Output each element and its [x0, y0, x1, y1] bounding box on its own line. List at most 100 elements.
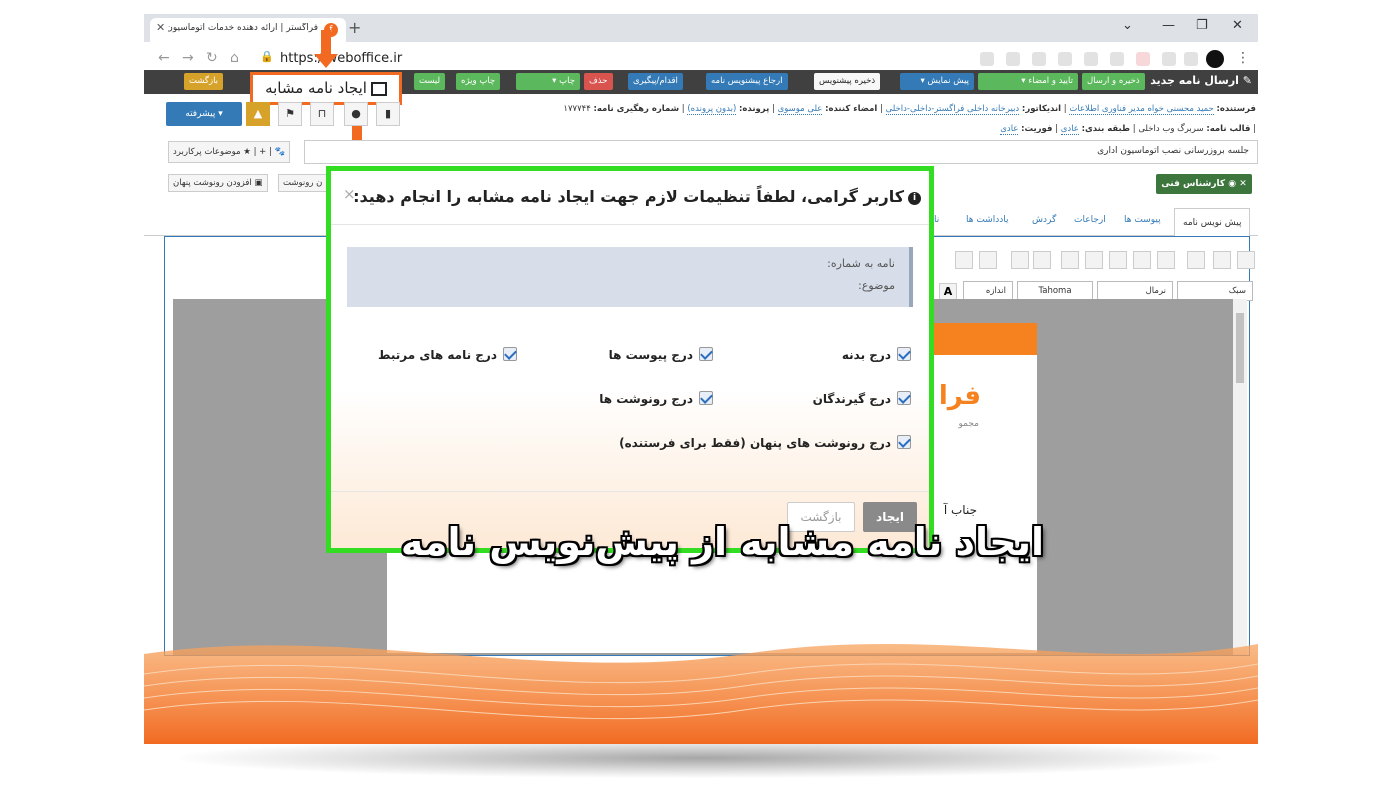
tab-other[interactable]: نا — [934, 215, 939, 225]
scissors-icon[interactable] — [1157, 251, 1175, 269]
dialog-footer-divider — [331, 491, 929, 492]
advanced-button[interactable]: ▾ پیشرفته — [166, 102, 242, 126]
paste-word-icon[interactable] — [1109, 251, 1127, 269]
bookmark-star-icon[interactable] — [1084, 52, 1098, 66]
zoom-icon[interactable] — [1032, 52, 1046, 66]
add-cc-button[interactable]: ن رونوشت — [278, 174, 328, 192]
tab-workflow[interactable]: گردش — [1032, 215, 1056, 225]
reload-icon[interactable]: ↻ — [206, 50, 218, 66]
tab-close-icon[interactable]: ✕ — [156, 21, 165, 34]
tab-draft[interactable]: پیش نویس نامه — [1174, 208, 1251, 236]
profile-avatar[interactable] — [1206, 50, 1224, 68]
find-icon[interactable] — [979, 251, 997, 269]
copy-icon[interactable] — [1133, 251, 1151, 269]
checkbox-checked[interactable] — [897, 391, 911, 405]
list-button[interactable]: لیست — [414, 73, 446, 90]
action-followup-button[interactable]: اقدام/پیگیری — [628, 73, 683, 90]
add-hidden-cc-button[interactable]: ▣ افزودن رونوشت پنهان — [168, 174, 268, 192]
style-select[interactable]: سبک — [1177, 281, 1253, 301]
return-button[interactable]: بازگشت — [184, 73, 224, 90]
priority-value[interactable]: عادی — [1000, 124, 1019, 135]
editor-scrollbar[interactable] — [1233, 299, 1247, 655]
save-draft-button[interactable]: ذخیره پیشنویس — [814, 73, 881, 90]
signer-value[interactable]: علی موسوی — [777, 104, 823, 115]
browser-tab[interactable]: f فراگستر | ارائه دهنده خدمات اتوماسیون … — [150, 18, 346, 42]
undo-icon[interactable] — [1011, 251, 1029, 269]
editor-toolbar: A اندازه Tahoma نرمال سبک — [925, 245, 1255, 305]
forward-icon[interactable]: → — [182, 50, 194, 66]
minimize-icon[interactable]: — — [1162, 18, 1175, 33]
puzzle-icon[interactable] — [1162, 52, 1176, 66]
templates-icon[interactable] — [1237, 251, 1255, 269]
restore-icon[interactable]: ❐ — [1196, 18, 1208, 33]
browser-tabbar: f فراگستر | ارائه دهنده خدمات اتوماسیون … — [144, 14, 1258, 42]
new-tab-icon[interactable]: + — [348, 18, 361, 37]
tab-referrals[interactable]: ارجاعات — [1074, 215, 1106, 225]
frequent-topics-button[interactable]: 🐾 | + | ★ موضوعات پرکاربرد — [168, 141, 291, 163]
create-similar-callout[interactable]: ایجاد نامه مشابه — [250, 72, 402, 105]
home-icon[interactable]: ⌂ — [230, 50, 239, 66]
cut-icon[interactable] — [955, 251, 973, 269]
letter-meta-line2: | قالب نامه: سربرگ وب داخلی | طبقه بندی:… — [1000, 124, 1256, 135]
info-icon: i — [908, 192, 921, 205]
install-icon[interactable] — [1006, 52, 1020, 66]
indicator-label: اندیکاتور: — [1021, 104, 1062, 114]
checkbox-checked[interactable] — [503, 347, 517, 361]
insert-body-checkbox[interactable]: درج بدنه — [842, 347, 911, 362]
insert-hidden-cc-checkbox[interactable]: درج رونوشت های پنهان (فقط برای فرستنده) — [619, 435, 911, 450]
insert-related-checkbox[interactable]: درج نامه های مرتبط — [378, 347, 517, 362]
flag-icon[interactable]: ⚑ — [278, 102, 302, 126]
printer-icon[interactable] — [1213, 251, 1231, 269]
font-family-select[interactable]: Tahoma — [1017, 281, 1093, 301]
letter-meta-line1: فرستنده: حمید محسنی خواه مدیر فناوری اطل… — [563, 104, 1256, 115]
class-value[interactable]: عادی — [1060, 124, 1079, 135]
special-print-button[interactable]: چاپ ویژه — [456, 73, 501, 90]
tab-notes[interactable]: یادداشت ها — [966, 215, 1009, 225]
paste-icon[interactable] — [1061, 251, 1079, 269]
checkbox-checked[interactable] — [897, 435, 911, 449]
file-value[interactable]: (بدون پرونده) — [687, 104, 737, 115]
page-title-text: ارسال نامه جدید — [1150, 74, 1239, 87]
template-label: قالب نامه: — [1206, 124, 1251, 134]
dialog-close-icon[interactable]: × — [343, 185, 356, 203]
microphone-icon[interactable]: ● — [344, 102, 368, 126]
redo-icon[interactable] — [1033, 251, 1051, 269]
insert-attachments-checkbox[interactable]: درج پیوست ها — [609, 347, 713, 362]
class-label: طبقه بندی: — [1081, 124, 1131, 134]
expert-badge[interactable]: ✕ ◉ کارشناس فنی — [1156, 174, 1252, 194]
paste-text-icon[interactable] — [1085, 251, 1103, 269]
new-page-icon[interactable] — [1187, 251, 1205, 269]
extension-icon[interactable] — [1136, 52, 1150, 66]
translate-icon[interactable] — [980, 52, 994, 66]
checkbox-checked[interactable] — [699, 391, 713, 405]
approve-and-sign-button[interactable]: تایید و امضاء ▾ — [978, 73, 1078, 90]
url-field[interactable]: https://weboffice.ir — [280, 51, 402, 66]
checkbox-checked[interactable] — [699, 347, 713, 361]
refer-draft-button[interactable]: ارجاع پیشنویس نامه — [706, 73, 788, 90]
tab-attachments[interactable]: پیوست ها — [1124, 215, 1161, 225]
back-icon[interactable]: ← — [158, 50, 170, 66]
insert-cc-checkbox[interactable]: درج رونوشت ها — [599, 391, 713, 406]
unlock-icon[interactable]: ⊓ — [310, 102, 334, 126]
advanced-label: پیشرفته — [185, 109, 216, 119]
close-window-icon[interactable]: ✕ — [1232, 18, 1243, 33]
format-select[interactable]: نرمال — [1097, 281, 1173, 301]
checkbox-checked[interactable] — [897, 347, 911, 361]
preview-button[interactable]: پیش نمایش ▾ — [900, 73, 974, 90]
bookmark-icon[interactable]: ▮ — [376, 102, 400, 126]
delete-button[interactable]: حذف — [584, 73, 613, 90]
sender-value[interactable]: حمید محسنی خواه مدیر فناوری اطلاعات — [1069, 104, 1214, 115]
share-icon[interactable] — [1058, 52, 1072, 66]
menu-kebab-icon[interactable]: ⋮ — [1236, 50, 1250, 66]
save-and-send-button[interactable]: ذخیره و ارسال — [1082, 73, 1145, 90]
bell-icon[interactable]: ▲ — [246, 102, 270, 126]
extension-red-icon[interactable] — [1110, 52, 1124, 66]
insert-recipients-checkbox[interactable]: درج گیرندگان — [813, 391, 911, 406]
sidebar-icon[interactable] — [1184, 52, 1198, 66]
tab-search-icon[interactable]: ⌄ — [1122, 18, 1133, 33]
subject-input[interactable]: جلسه بروزرسانی نصب اتوماسیون اداری — [304, 140, 1258, 164]
indicator-value[interactable]: دبیرخانه داخلی فراگستر-داخلی-داخلی — [885, 104, 1020, 115]
scrollbar-thumb[interactable] — [1236, 313, 1244, 383]
print-button[interactable]: چاپ ▾ — [516, 73, 580, 90]
font-size-select[interactable]: اندازه — [963, 281, 1013, 301]
